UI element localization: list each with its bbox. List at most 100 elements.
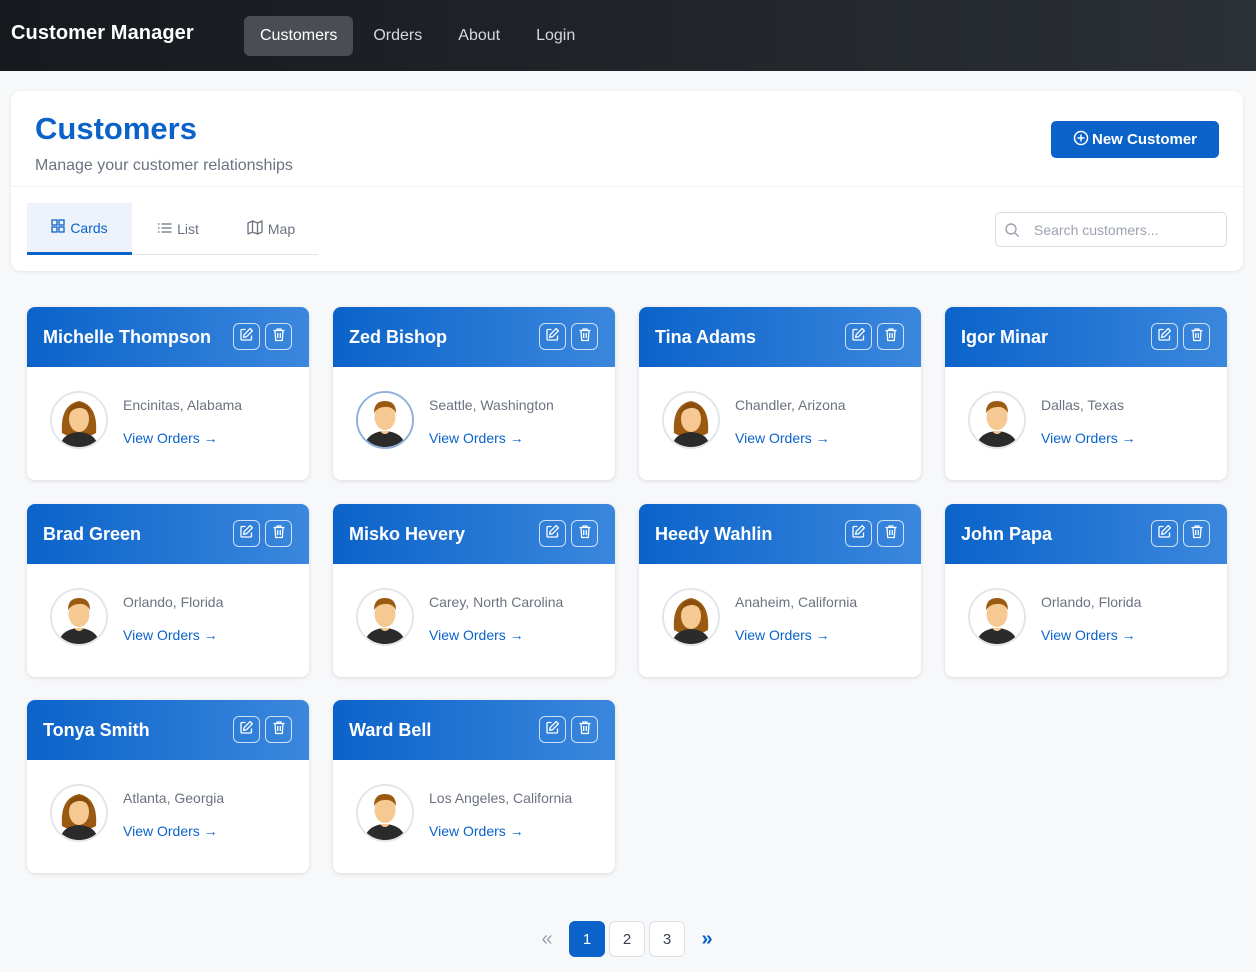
customer-location: Dallas, Texas [1041,397,1125,413]
nav-item-orders[interactable]: Orders [357,16,438,56]
avatar [50,784,108,842]
trash-icon [578,524,592,544]
nav-item-about[interactable]: About [442,16,516,56]
top-navbar: Customer Manager Customers Orders About … [0,0,1256,71]
trash-icon [272,720,286,740]
app-brand[interactable]: Customer Manager [11,22,194,45]
customer-card-header: Michelle Thompson [27,307,309,367]
edit-icon [545,720,560,740]
customer-location: Encinitas, Alabama [123,397,243,413]
avatar [356,391,414,449]
customer-card-header: Heedy Wahlin [639,504,921,564]
grid-icon [51,219,70,236]
nav-item-login[interactable]: Login [520,16,591,56]
customer-name[interactable]: Zed Bishop [349,327,447,348]
edit-customer-button[interactable] [845,323,872,350]
delete-customer-button[interactable] [265,520,292,547]
customer-card-header: Ward Bell [333,700,615,760]
customer-name[interactable]: Brad Green [43,524,141,545]
edit-customer-button[interactable] [1151,520,1178,547]
edit-icon [545,327,560,347]
avatar [662,588,720,646]
avatar [968,391,1026,449]
delete-customer-button[interactable] [1183,323,1210,350]
view-orders-link[interactable]: View Orders → [123,627,218,643]
edit-customer-button[interactable] [233,520,260,547]
list-icon [157,221,177,237]
new-customer-button[interactable]: New Customer [1051,121,1219,158]
pagination-next-button[interactable]: » [689,921,725,957]
view-orders-link[interactable]: View Orders → [429,823,524,839]
customer-card: Michelle Thompson Encinitas, Alabama View … [27,307,309,480]
page-button-3[interactable]: 3 [649,921,685,957]
delete-customer-button[interactable] [1183,520,1210,547]
customer-name[interactable]: Ward Bell [349,720,431,741]
customer-location: Atlanta, Georgia [123,790,225,806]
customer-card: John Papa Orlando, Florida View Orders → [945,504,1227,677]
avatar [662,391,720,449]
customer-card-header: Igor Minar [945,307,1227,367]
customer-card: Tonya Smith Atlanta, Georgia View Orders → [27,700,309,873]
view-orders-link[interactable]: View Orders → [1041,627,1136,643]
nav-item-customers[interactable]: Customers [244,16,354,56]
view-orders-link[interactable]: View Orders → [735,627,830,643]
view-orders-link[interactable]: View Orders → [735,430,830,446]
delete-customer-button[interactable] [571,520,598,547]
page-subtitle: Manage your customer relationships [35,157,293,174]
delete-customer-button[interactable] [571,716,598,743]
trash-icon [578,720,592,740]
view-orders-link[interactable]: View Orders → [123,430,218,446]
tab-map[interactable]: Map [224,203,318,254]
edit-customer-button[interactable] [539,716,566,743]
avatar [356,784,414,842]
pagination: « 1 2 3 » [529,921,729,957]
delete-customer-button[interactable] [877,520,904,547]
page-button-2[interactable]: 2 [609,921,645,957]
edit-customer-button[interactable] [233,323,260,350]
view-orders-link[interactable]: View Orders → [123,823,218,839]
panel-divider [11,186,1243,187]
customer-location: Chandler, Arizona [735,397,846,413]
search-icon [1004,222,1020,243]
trash-icon [884,327,898,347]
trash-icon [884,524,898,544]
customer-name[interactable]: Tina Adams [655,327,756,348]
customer-name[interactable]: Michelle Thompson [43,327,211,348]
search-input[interactable] [1034,213,1219,246]
edit-customer-button[interactable] [539,520,566,547]
edit-customer-button[interactable] [1151,323,1178,350]
view-orders-link[interactable]: View Orders → [429,430,524,446]
trash-icon [272,327,286,347]
delete-customer-button[interactable] [265,323,292,350]
customer-name[interactable]: Misko Hevery [349,524,465,545]
customer-location: Seattle, Washington [429,397,554,413]
customer-name[interactable]: Igor Minar [961,327,1048,348]
edit-customer-button[interactable] [233,716,260,743]
edit-customer-button[interactable] [539,323,566,350]
view-orders-link[interactable]: View Orders → [429,627,524,643]
avatar [968,588,1026,646]
customer-name[interactable]: Heedy Wahlin [655,524,772,545]
tab-cards-label: Cards [70,219,108,236]
customer-card: Brad Green Orlando, Florida View Orders → [27,504,309,677]
trash-icon [1190,327,1204,347]
customer-card-header: Tina Adams [639,307,921,367]
customer-location: Orlando, Florida [1041,594,1142,610]
tab-list[interactable]: List [132,203,224,254]
pagination-prev-button[interactable]: « [529,921,565,957]
customer-name[interactable]: Tonya Smith [43,720,150,741]
delete-customer-button[interactable] [877,323,904,350]
tab-cards[interactable]: Cards [27,203,132,255]
nav-links: Customers Orders About Login [244,16,595,56]
customer-card: Misko Hevery Carey, North Carolina View Or… [333,504,615,677]
trash-icon [1190,524,1204,544]
page-button-1[interactable]: 1 [569,921,605,957]
delete-customer-button[interactable] [265,716,292,743]
delete-customer-button[interactable] [571,323,598,350]
view-orders-link[interactable]: View Orders → [1041,430,1136,446]
edit-icon [239,327,254,347]
edit-customer-button[interactable] [845,520,872,547]
customer-name[interactable]: John Papa [961,524,1052,545]
customer-card: Tina Adams Chandler, Arizona View Orders → [639,307,921,480]
tab-list-label: List [177,220,199,237]
